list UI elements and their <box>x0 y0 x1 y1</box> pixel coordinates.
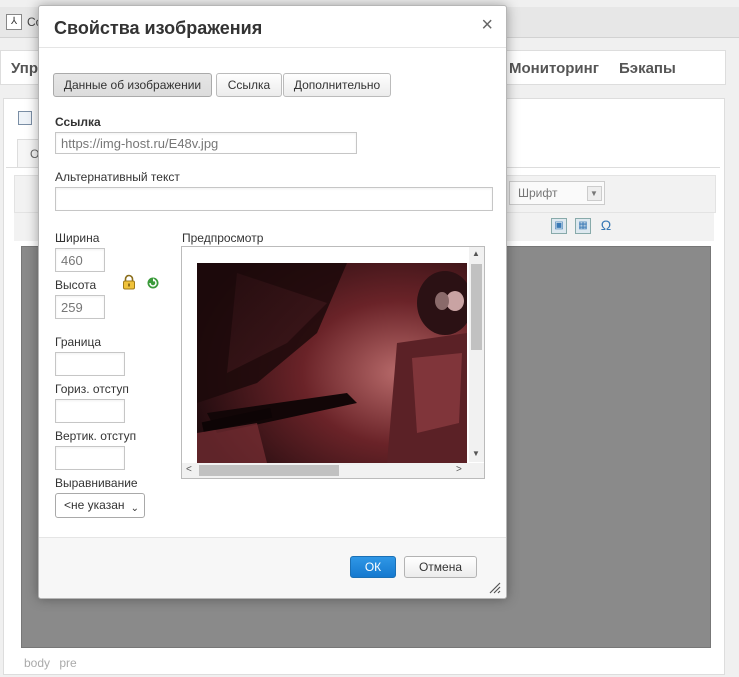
preview-image <box>197 263 467 463</box>
alt-text-input[interactable] <box>55 187 493 211</box>
vspace-input[interactable] <box>55 446 125 470</box>
app-icon: ⅄ <box>6 14 22 30</box>
nav-item-upr[interactable]: Упр <box>11 60 38 77</box>
cancel-button[interactable]: Отмена <box>404 556 477 578</box>
dialog-title: Свойства изображения <box>54 18 263 38</box>
border-input[interactable] <box>55 352 125 376</box>
chevron-down-icon: ⌄ <box>130 503 139 514</box>
nav-item-backups[interactable]: Бэкапы <box>619 60 676 77</box>
align-label: Выравнивание <box>55 476 138 490</box>
scroll-up-icon[interactable]: ▲ <box>472 249 480 258</box>
font-select[interactable]: Шрифт ▼ <box>509 181 605 205</box>
status-path: body pre <box>24 656 83 670</box>
tab-link[interactable]: Ссылка <box>216 73 282 97</box>
reset-size-icon[interactable] <box>146 276 160 290</box>
vspace-label: Вертик. отступ <box>55 429 137 443</box>
width-input[interactable]: 460 <box>55 248 105 272</box>
table-icon[interactable]: ▦ <box>575 218 591 234</box>
hspace-input[interactable] <box>55 399 125 423</box>
list-icon <box>18 111 32 125</box>
omega-icon[interactable]: Ω <box>599 218 613 232</box>
preview-horizontal-scrollbar[interactable]: < > <box>182 463 484 478</box>
url-label: Ссылка <box>55 115 101 129</box>
preview-label: Предпросмотр <box>182 231 264 245</box>
close-icon[interactable]: × <box>481 15 493 35</box>
image-properties-dialog: Свойства изображения × Данные об изображ… <box>38 5 507 599</box>
url-input[interactable]: https://img-host.ru/E48v.jpg <box>55 132 357 154</box>
preview-vertical-scrollbar[interactable]: ▲ ▼ <box>469 247 484 462</box>
scroll-right-icon[interactable]: > <box>456 464 462 475</box>
image-icon[interactable]: ▣ <box>551 218 567 234</box>
path-item[interactable]: pre <box>59 656 76 670</box>
border-label: Граница <box>55 335 102 349</box>
path-item[interactable]: body <box>24 656 50 670</box>
image-preview: ▲ ▼ < > <box>181 246 485 479</box>
chevron-down-icon: ▼ <box>587 186 602 201</box>
alt-text-label: Альтернативный текст <box>55 170 180 184</box>
width-label: Ширина <box>55 231 100 245</box>
scrollbar-thumb[interactable] <box>199 465 339 476</box>
height-input[interactable]: 259 <box>55 295 105 319</box>
hspace-label: Гориз. отступ <box>55 382 129 396</box>
height-label: Высота <box>55 278 97 292</box>
scroll-left-icon[interactable]: < <box>186 464 192 475</box>
ok-button[interactable]: ОК <box>350 556 396 578</box>
font-select-label: Шрифт <box>518 186 558 200</box>
nav-item-monitoring[interactable]: Мониторинг <box>509 60 599 77</box>
lock-icon[interactable] <box>122 274 136 290</box>
scroll-down-icon[interactable]: ▼ <box>472 449 480 458</box>
tab-image-info[interactable]: Данные об изображении <box>53 73 212 97</box>
title-divider <box>39 47 506 48</box>
align-select[interactable]: <не указан ⌄ <box>55 493 145 518</box>
resize-grip-icon[interactable] <box>489 582 501 594</box>
scrollbar-thumb[interactable] <box>471 264 482 350</box>
tab-advanced[interactable]: Дополнительно <box>283 73 391 97</box>
align-select-value: <не указан <box>64 498 125 512</box>
